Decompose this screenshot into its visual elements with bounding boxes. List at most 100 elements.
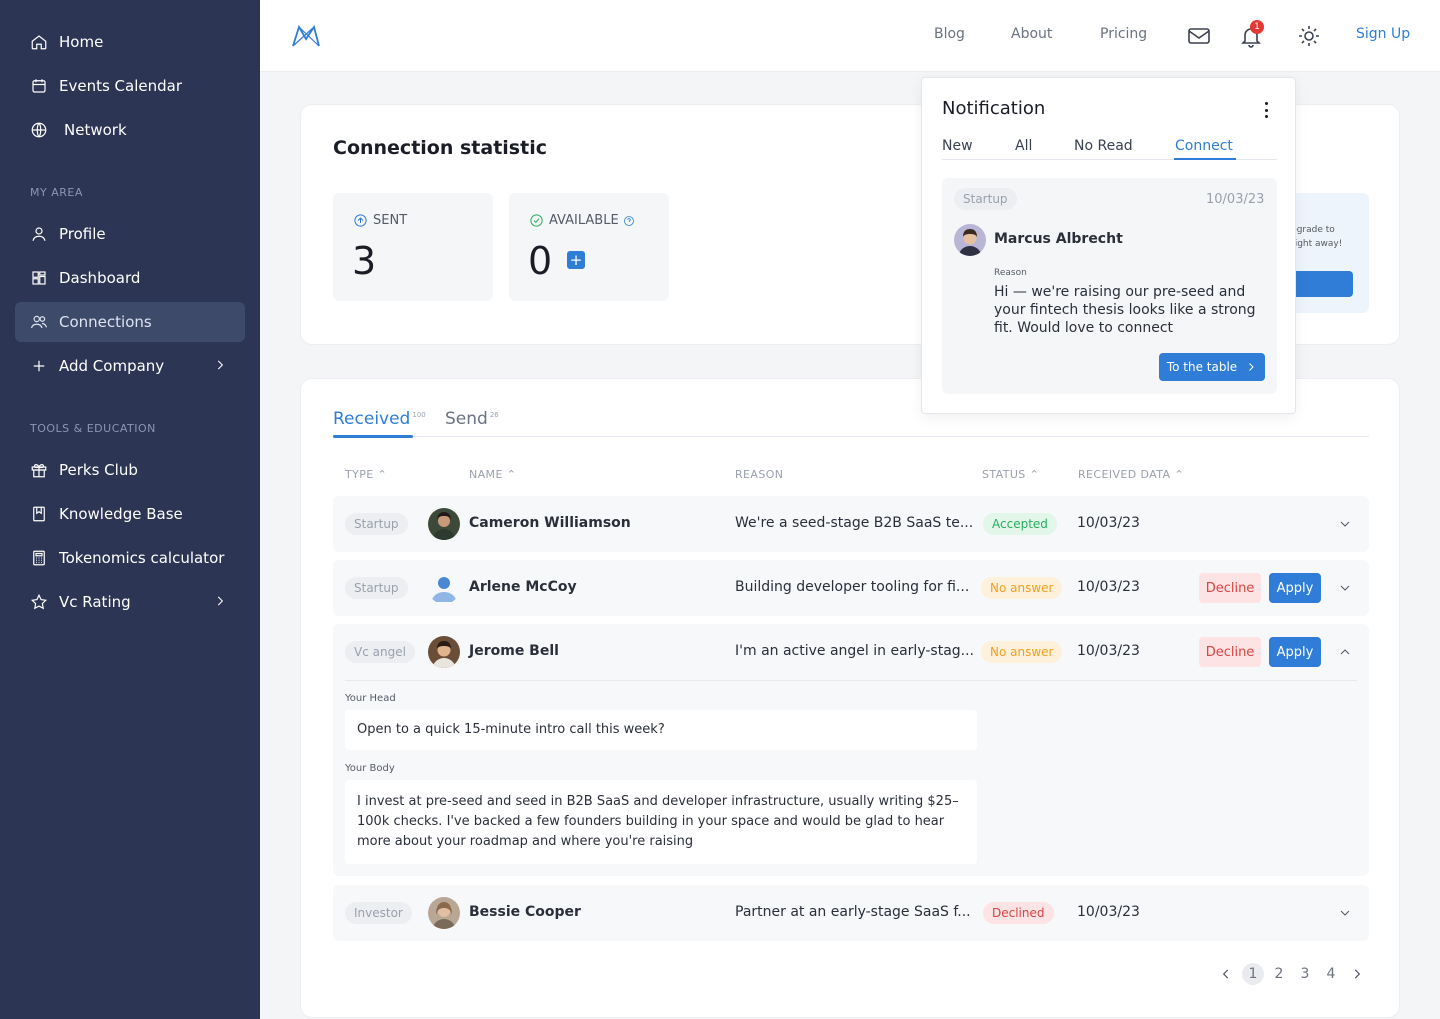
- notification-tab-no-read[interactable]: No Read: [1074, 138, 1133, 154]
- sidebar-item-events-calendar[interactable]: Events Calendar: [15, 66, 245, 106]
- notification-date: 10/03/23: [1206, 192, 1265, 207]
- row-name: Cameron Williamson: [469, 515, 631, 531]
- pagination-page[interactable]: 4: [1320, 963, 1342, 985]
- column-header-name[interactable]: NAME ⌃: [469, 468, 516, 481]
- gift-icon: [30, 461, 48, 479]
- decline-button[interactable]: Decline: [1199, 573, 1261, 603]
- nav-link-blog[interactable]: Blog: [934, 26, 965, 42]
- notification-popup: Notification New All No Read Connect Sta…: [921, 77, 1296, 414]
- plus-icon: [30, 357, 48, 375]
- sidebar-item-perks-club[interactable]: Perks Club: [15, 450, 245, 490]
- row-date: 10/03/23: [1077, 904, 1140, 920]
- chevron-down-icon[interactable]: [1337, 905, 1353, 921]
- notification-item: Startup 10/03/23 Marcus Albrecht Reason …: [942, 178, 1277, 394]
- row-reason: Building developer tooling for fi...: [735, 579, 970, 595]
- pagination-prev[interactable]: [1215, 963, 1237, 985]
- column-header-label: TYPE: [345, 468, 374, 481]
- notification-tab-active-indicator: [1174, 158, 1236, 160]
- row-reason: I'm an active angel in early-stag...: [735, 643, 975, 659]
- notification-reason-label: Reason: [994, 268, 1027, 278]
- sidebar-item-label: Home: [59, 33, 104, 51]
- your-body-label: Your Body: [345, 763, 395, 774]
- sent-label: SENT: [373, 213, 408, 228]
- sent-label-wrap: SENT: [353, 213, 407, 228]
- sidebar-item-add-company[interactable]: Add Company: [15, 346, 245, 386]
- table-row[interactable]: Startup Arlene McCoy Building developer …: [333, 560, 1369, 616]
- type-chip: Startup: [954, 188, 1017, 210]
- sidebar-item-tokenomics-calculator[interactable]: Tokenomics calculator: [15, 538, 245, 578]
- to-the-table-button[interactable]: To the table: [1159, 353, 1265, 381]
- sidebar-item-label: Knowledge Base: [59, 505, 183, 523]
- column-header-label: STATUS: [982, 468, 1026, 481]
- nav-link-about[interactable]: About: [1011, 26, 1052, 42]
- your-body-field[interactable]: I invest at pre-seed and seed in B2B Saa…: [345, 780, 977, 864]
- chevron-right-icon: [213, 358, 227, 372]
- notification-reason: Hi — we're raising our pre-seed and your…: [994, 284, 1256, 336]
- notification-badge: 1: [1250, 20, 1264, 34]
- chevron-down-icon[interactable]: [1337, 516, 1353, 532]
- notification-tab-new[interactable]: New: [942, 138, 973, 154]
- decline-button[interactable]: Decline: [1199, 637, 1261, 667]
- chevron-right-icon: [1249, 363, 1254, 371]
- sidebar-item-home[interactable]: Home: [15, 22, 245, 62]
- book-icon: [30, 505, 48, 523]
- mail-icon[interactable]: [1187, 24, 1211, 48]
- row-date: 10/03/23: [1077, 643, 1140, 659]
- add-connections-button[interactable]: +: [567, 251, 585, 269]
- sidebar-item-knowledge-base[interactable]: Knowledge Base: [15, 494, 245, 534]
- row-name: Arlene McCoy: [469, 579, 577, 595]
- sidebar-item-vc-rating[interactable]: Vc Rating: [15, 582, 245, 622]
- column-header-reason: REASON: [735, 468, 783, 481]
- dashboard-icon: [30, 269, 48, 287]
- available-stat-box: AVAILABLE 0 +: [509, 193, 669, 301]
- notification-name: Marcus Albrecht: [994, 231, 1123, 247]
- tab-send[interactable]: Send 26: [445, 409, 499, 429]
- column-header-status[interactable]: STATUS ⌃: [982, 468, 1039, 481]
- calendar-icon: [30, 77, 48, 95]
- pagination-next[interactable]: [1346, 963, 1368, 985]
- apply-button[interactable]: Apply: [1269, 573, 1321, 603]
- type-chip: Investor: [345, 902, 412, 924]
- pagination-page[interactable]: 2: [1268, 963, 1290, 985]
- table-row[interactable]: Vc angel Jerome Bell I'm an active angel…: [333, 624, 1369, 680]
- sidebar-item-connections[interactable]: Connections: [15, 302, 245, 342]
- nav-link-pricing[interactable]: Pricing: [1100, 26, 1147, 42]
- available-label-wrap: AVAILABLE: [529, 213, 640, 228]
- upgrade-banner: pgrade to right away!: [1291, 193, 1369, 313]
- chevron-down-icon[interactable]: [1337, 580, 1353, 596]
- apply-button[interactable]: Apply: [1269, 637, 1321, 667]
- logo[interactable]: [290, 22, 322, 50]
- users-icon: [30, 313, 48, 331]
- check-circle-icon: [530, 214, 543, 227]
- help-icon[interactable]: [623, 215, 635, 227]
- divider: [345, 680, 1357, 681]
- tab-received[interactable]: Received 100: [333, 409, 426, 429]
- notification-tab-connect[interactable]: Connect: [1175, 138, 1233, 154]
- notification-tab-all[interactable]: All: [1015, 138, 1032, 154]
- section-label-my-area: MY AREA: [30, 186, 83, 199]
- sign-up-link[interactable]: Sign Up: [1356, 26, 1410, 42]
- column-header-type[interactable]: TYPE ⌃: [345, 468, 387, 481]
- sun-icon[interactable]: [1297, 24, 1321, 48]
- upgrade-button[interactable]: [1291, 271, 1353, 297]
- chevron-right-icon: [1354, 969, 1361, 979]
- table-row[interactable]: Startup Cameron Williamson We're a seed-…: [333, 496, 1369, 552]
- sidebar-item-dashboard[interactable]: Dashboard: [15, 258, 245, 298]
- row-date: 10/03/23: [1077, 515, 1140, 531]
- sidebar-item-network[interactable]: Network: [15, 110, 245, 150]
- sidebar-item-profile[interactable]: Profile: [15, 214, 245, 254]
- avatar: [428, 508, 460, 540]
- pagination-page[interactable]: 3: [1294, 963, 1316, 985]
- type-chip: Vc angel: [345, 641, 415, 663]
- more-vertical-icon[interactable]: [1258, 100, 1274, 120]
- notification-title: Notification: [942, 98, 1046, 119]
- pagination-page[interactable]: 1: [1242, 963, 1264, 985]
- chevron-up-icon[interactable]: [1337, 644, 1353, 660]
- your-head-field[interactable]: Open to a quick 15-minute intro call thi…: [345, 710, 977, 750]
- row-reason: Partner at an early-stage SaaS f...: [735, 904, 971, 920]
- column-header-received-data[interactable]: RECEIVED DATA ⌃: [1078, 468, 1184, 481]
- table-row[interactable]: Investor Bessie Cooper Partner at an ear…: [333, 885, 1369, 941]
- type-chip: Startup: [345, 513, 408, 535]
- expanded-details: Your Head Open to a quick 15-minute intr…: [333, 680, 1369, 876]
- user-icon: [30, 225, 48, 243]
